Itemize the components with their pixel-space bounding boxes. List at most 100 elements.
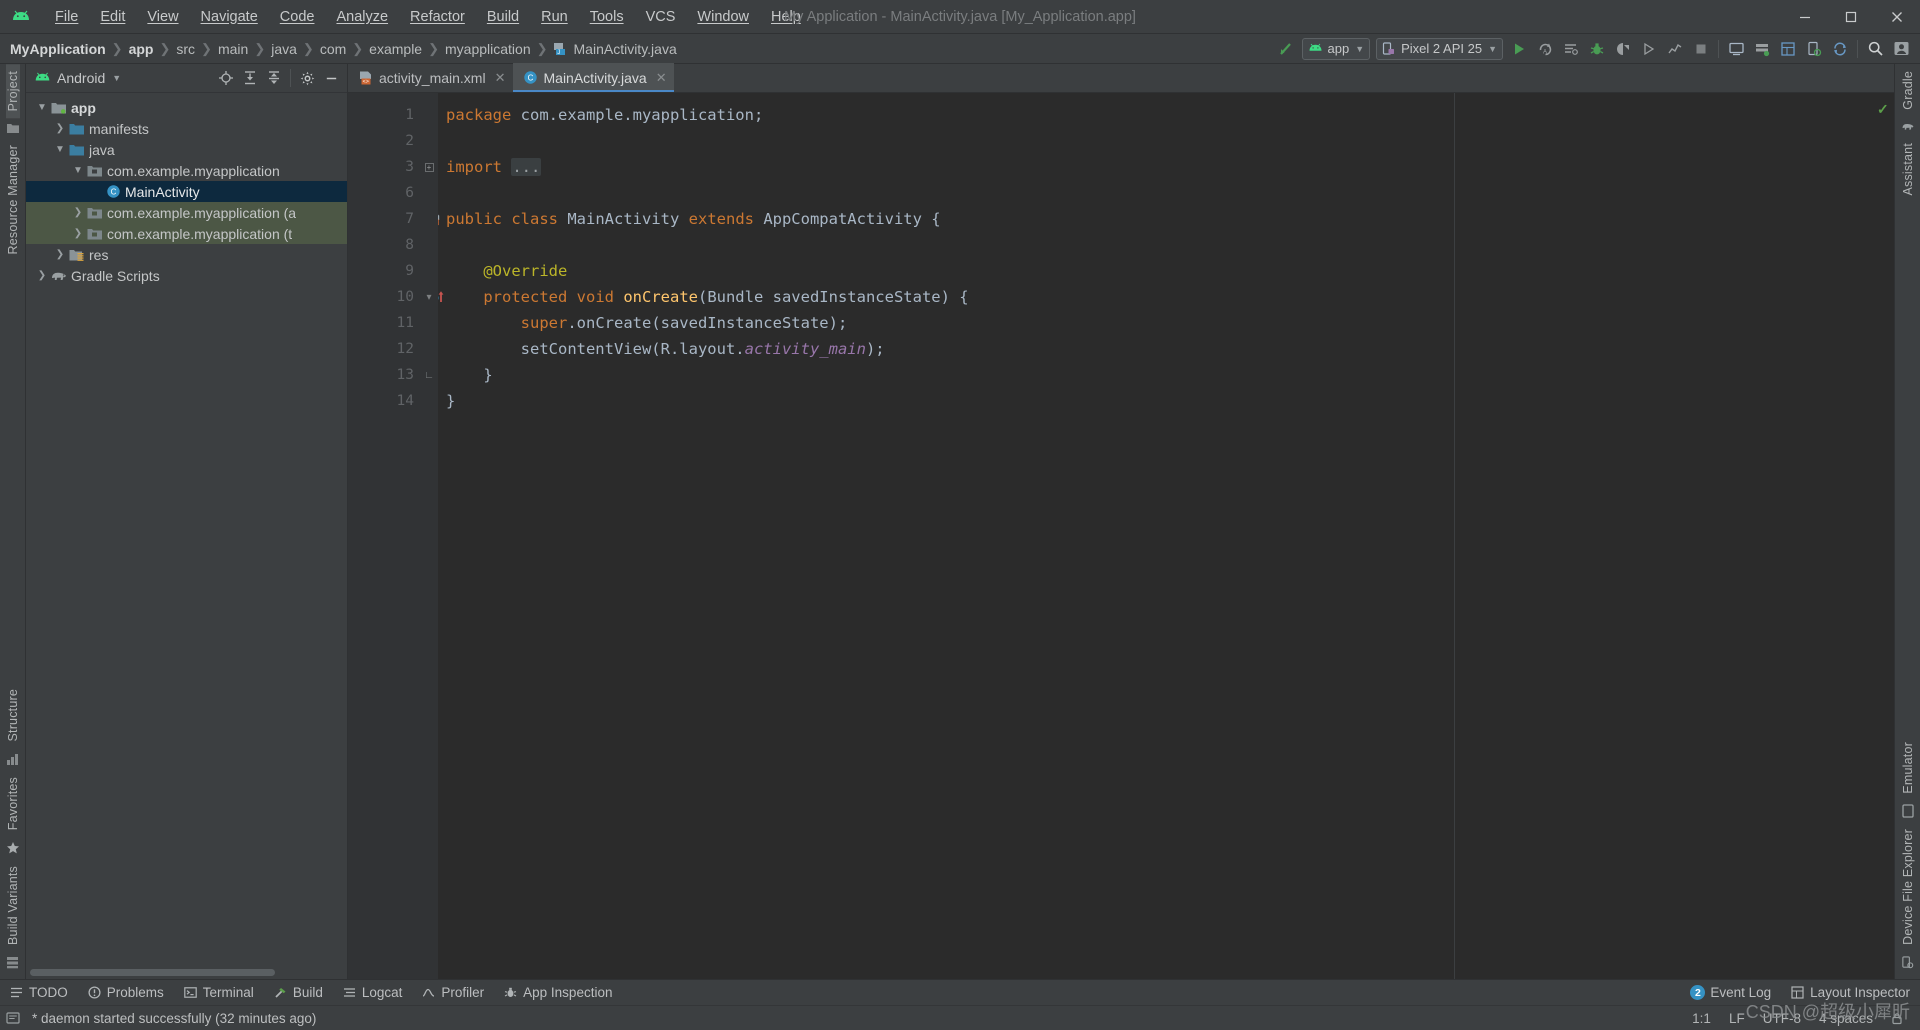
sidebar-item-project[interactable]: Project — [5, 64, 20, 119]
code-editor[interactable]: 1 2 3 6 7 <> 8 — [348, 93, 1894, 979]
tree-item-app[interactable]: ▼ app — [26, 97, 347, 118]
menu-view[interactable]: View — [136, 4, 189, 30]
breadcrumb-item-example[interactable]: example — [367, 41, 424, 57]
collapse-all-icon[interactable] — [262, 66, 286, 90]
run-with-coverage-icon[interactable] — [1636, 36, 1662, 62]
layout-inspector-icon[interactable] — [1775, 36, 1801, 62]
star-icon[interactable] — [6, 841, 20, 855]
chevron-right-icon[interactable]: ❯ — [52, 123, 68, 134]
maximize-button[interactable] — [1828, 0, 1874, 34]
fold-expand-imports[interactable]: + — [420, 154, 438, 180]
inspection-gutter[interactable]: ✓ — [1872, 93, 1894, 979]
device-selector[interactable]: Pixel 2 API 25 ▼ — [1376, 37, 1503, 60]
menu-refactor[interactable]: Refactor — [399, 4, 476, 30]
module-selector[interactable]: app ▼ — [1301, 37, 1371, 60]
sidebar-item-emulator[interactable]: Emulator — [1901, 735, 1915, 801]
gradle-elephant-icon[interactable] — [1901, 121, 1915, 132]
menu-tools[interactable]: Tools — [579, 4, 635, 30]
bottom-item-app-inspection[interactable]: App Inspection — [494, 980, 622, 1006]
expand-all-icon[interactable] — [238, 66, 262, 90]
tree-item-java[interactable]: ▼ java — [26, 139, 347, 160]
bottom-item-todo[interactable]: TODO — [0, 980, 78, 1006]
account-icon[interactable] — [1888, 36, 1914, 62]
editor-tab-activity-main-xml[interactable]: <> activity_main.xml ✕ — [348, 63, 513, 92]
build-variants-icon[interactable] — [6, 956, 19, 969]
menu-analyze[interactable]: Analyze — [325, 4, 399, 30]
bottom-item-terminal[interactable]: Terminal — [174, 980, 264, 1006]
stop-icon[interactable] — [1688, 36, 1714, 62]
indent-setting[interactable]: 4 spaces — [1810, 1011, 1882, 1026]
hide-panel-icon[interactable] — [319, 66, 343, 90]
bottom-item-layout-inspector[interactable]: Layout Inspector — [1781, 980, 1920, 1006]
menu-help[interactable]: Help — [760, 4, 812, 30]
sidebar-item-gradle[interactable]: Gradle — [1901, 64, 1915, 117]
sidebar-item-device-file-explorer[interactable]: Device File Explorer — [1901, 822, 1915, 952]
fold-end-marker[interactable]: ∟ — [420, 362, 438, 388]
lock-icon[interactable] — [1882, 1012, 1912, 1025]
apply-changes-icon[interactable]: A — [1532, 36, 1558, 62]
close-button[interactable] — [1874, 0, 1920, 34]
tree-item-gradle-scripts[interactable]: ❯ Gradle Scripts — [26, 265, 347, 286]
device-file-explorer-icon[interactable] — [1901, 956, 1914, 969]
menu-run[interactable]: Run — [530, 4, 579, 30]
breadcrumb-item-main[interactable]: main — [216, 41, 250, 57]
profile-icon[interactable] — [1662, 36, 1688, 62]
sidebar-item-structure[interactable]: Structure — [6, 682, 20, 749]
line-separator[interactable]: LF — [1720, 1011, 1754, 1026]
project-tree[interactable]: ▼ app ❯ manifests ▼ java ▼ com.example.m… — [26, 93, 347, 967]
breadcrumb-item-com[interactable]: com — [318, 41, 348, 57]
chevron-right-icon[interactable]: ❯ — [70, 228, 86, 239]
chevron-down-icon[interactable]: ▼ — [112, 73, 121, 83]
tree-item-manifests[interactable]: ❯ manifests — [26, 118, 347, 139]
structure-icon[interactable] — [6, 753, 19, 766]
fold-collapse-oncreate[interactable]: ▾ — [420, 284, 438, 310]
emulator-icon[interactable] — [1901, 804, 1914, 818]
tree-item-package-main[interactable]: ▼ com.example.myapplication — [26, 160, 347, 181]
minimize-button[interactable] — [1782, 0, 1828, 34]
sidebar-item-favorites[interactable]: Favorites — [6, 770, 20, 837]
menu-vcs[interactable]: VCS — [635, 4, 687, 30]
chevron-down-icon[interactable]: ▼ — [34, 102, 50, 113]
attach-debugger-icon[interactable] — [1610, 36, 1636, 62]
code-text[interactable]: package com.example.myapplication; impor… — [438, 93, 1872, 979]
bottom-item-build[interactable]: Build — [264, 980, 333, 1006]
status-message[interactable]: * daemon started successfully (32 minute… — [32, 1011, 316, 1026]
select-opened-file-icon[interactable] — [214, 66, 238, 90]
sdk-manager-icon[interactable] — [1749, 36, 1775, 62]
breadcrumb-item-app[interactable]: app — [127, 41, 156, 57]
chevron-right-icon[interactable]: ❯ — [70, 207, 86, 218]
settings-gear-icon[interactable] — [295, 66, 319, 90]
avd-manager-icon[interactable] — [1723, 36, 1749, 62]
caret-position[interactable]: 1:1 — [1683, 1011, 1720, 1026]
fold-end-icon[interactable]: ∟ — [424, 370, 434, 381]
menu-window[interactable]: Window — [686, 4, 760, 30]
sidebar-item-build-variants[interactable]: Build Variants — [6, 859, 20, 952]
bottom-item-profiler[interactable]: Profiler — [412, 980, 494, 1006]
bottom-item-problems[interactable]: Problems — [78, 980, 174, 1006]
breadcrumb-item-java[interactable]: java — [269, 41, 299, 57]
project-view-selector-label[interactable]: Android — [57, 70, 105, 86]
breadcrumb-item-src[interactable]: src — [174, 41, 197, 57]
close-icon[interactable]: ✕ — [656, 71, 667, 84]
status-message-icon[interactable] — [6, 1011, 20, 1025]
project-tree-hscrollbar[interactable] — [26, 967, 347, 979]
inspection-ok-icon[interactable]: ✓ — [1877, 101, 1889, 118]
tree-item-package-androidtest[interactable]: ❯ com.example.myapplication (a — [26, 202, 347, 223]
breadcrumb-item-mainactivity-file[interactable]: MainActivity.java — [572, 41, 679, 57]
sync-gradle-icon[interactable] — [1827, 36, 1853, 62]
chevron-down-icon[interactable]: ▼ — [70, 165, 86, 176]
debug-icon[interactable] — [1584, 36, 1610, 62]
sidebar-item-resource-manager[interactable]: Resource Manager — [6, 138, 20, 262]
chevron-right-icon[interactable]: ❯ — [34, 270, 50, 281]
breadcrumb-item-myapplication-pkg[interactable]: myapplication — [443, 41, 533, 57]
menu-edit[interactable]: Edit — [89, 4, 136, 30]
editor-tab-mainactivity-java[interactable]: C MainActivity.java ✕ — [512, 63, 674, 92]
breadcrumb-item-myapplication[interactable]: MyApplication — [8, 41, 108, 57]
bottom-item-logcat[interactable]: Logcat — [333, 980, 413, 1006]
plus-icon[interactable]: + — [424, 162, 434, 172]
folded-imports-region[interactable]: ... — [511, 158, 542, 176]
device-file-explorer-icon[interactable] — [1801, 36, 1827, 62]
menu-build[interactable]: Build — [476, 4, 530, 30]
menu-file[interactable]: File — [44, 4, 89, 30]
tree-item-res[interactable]: ❯ res — [26, 244, 347, 265]
